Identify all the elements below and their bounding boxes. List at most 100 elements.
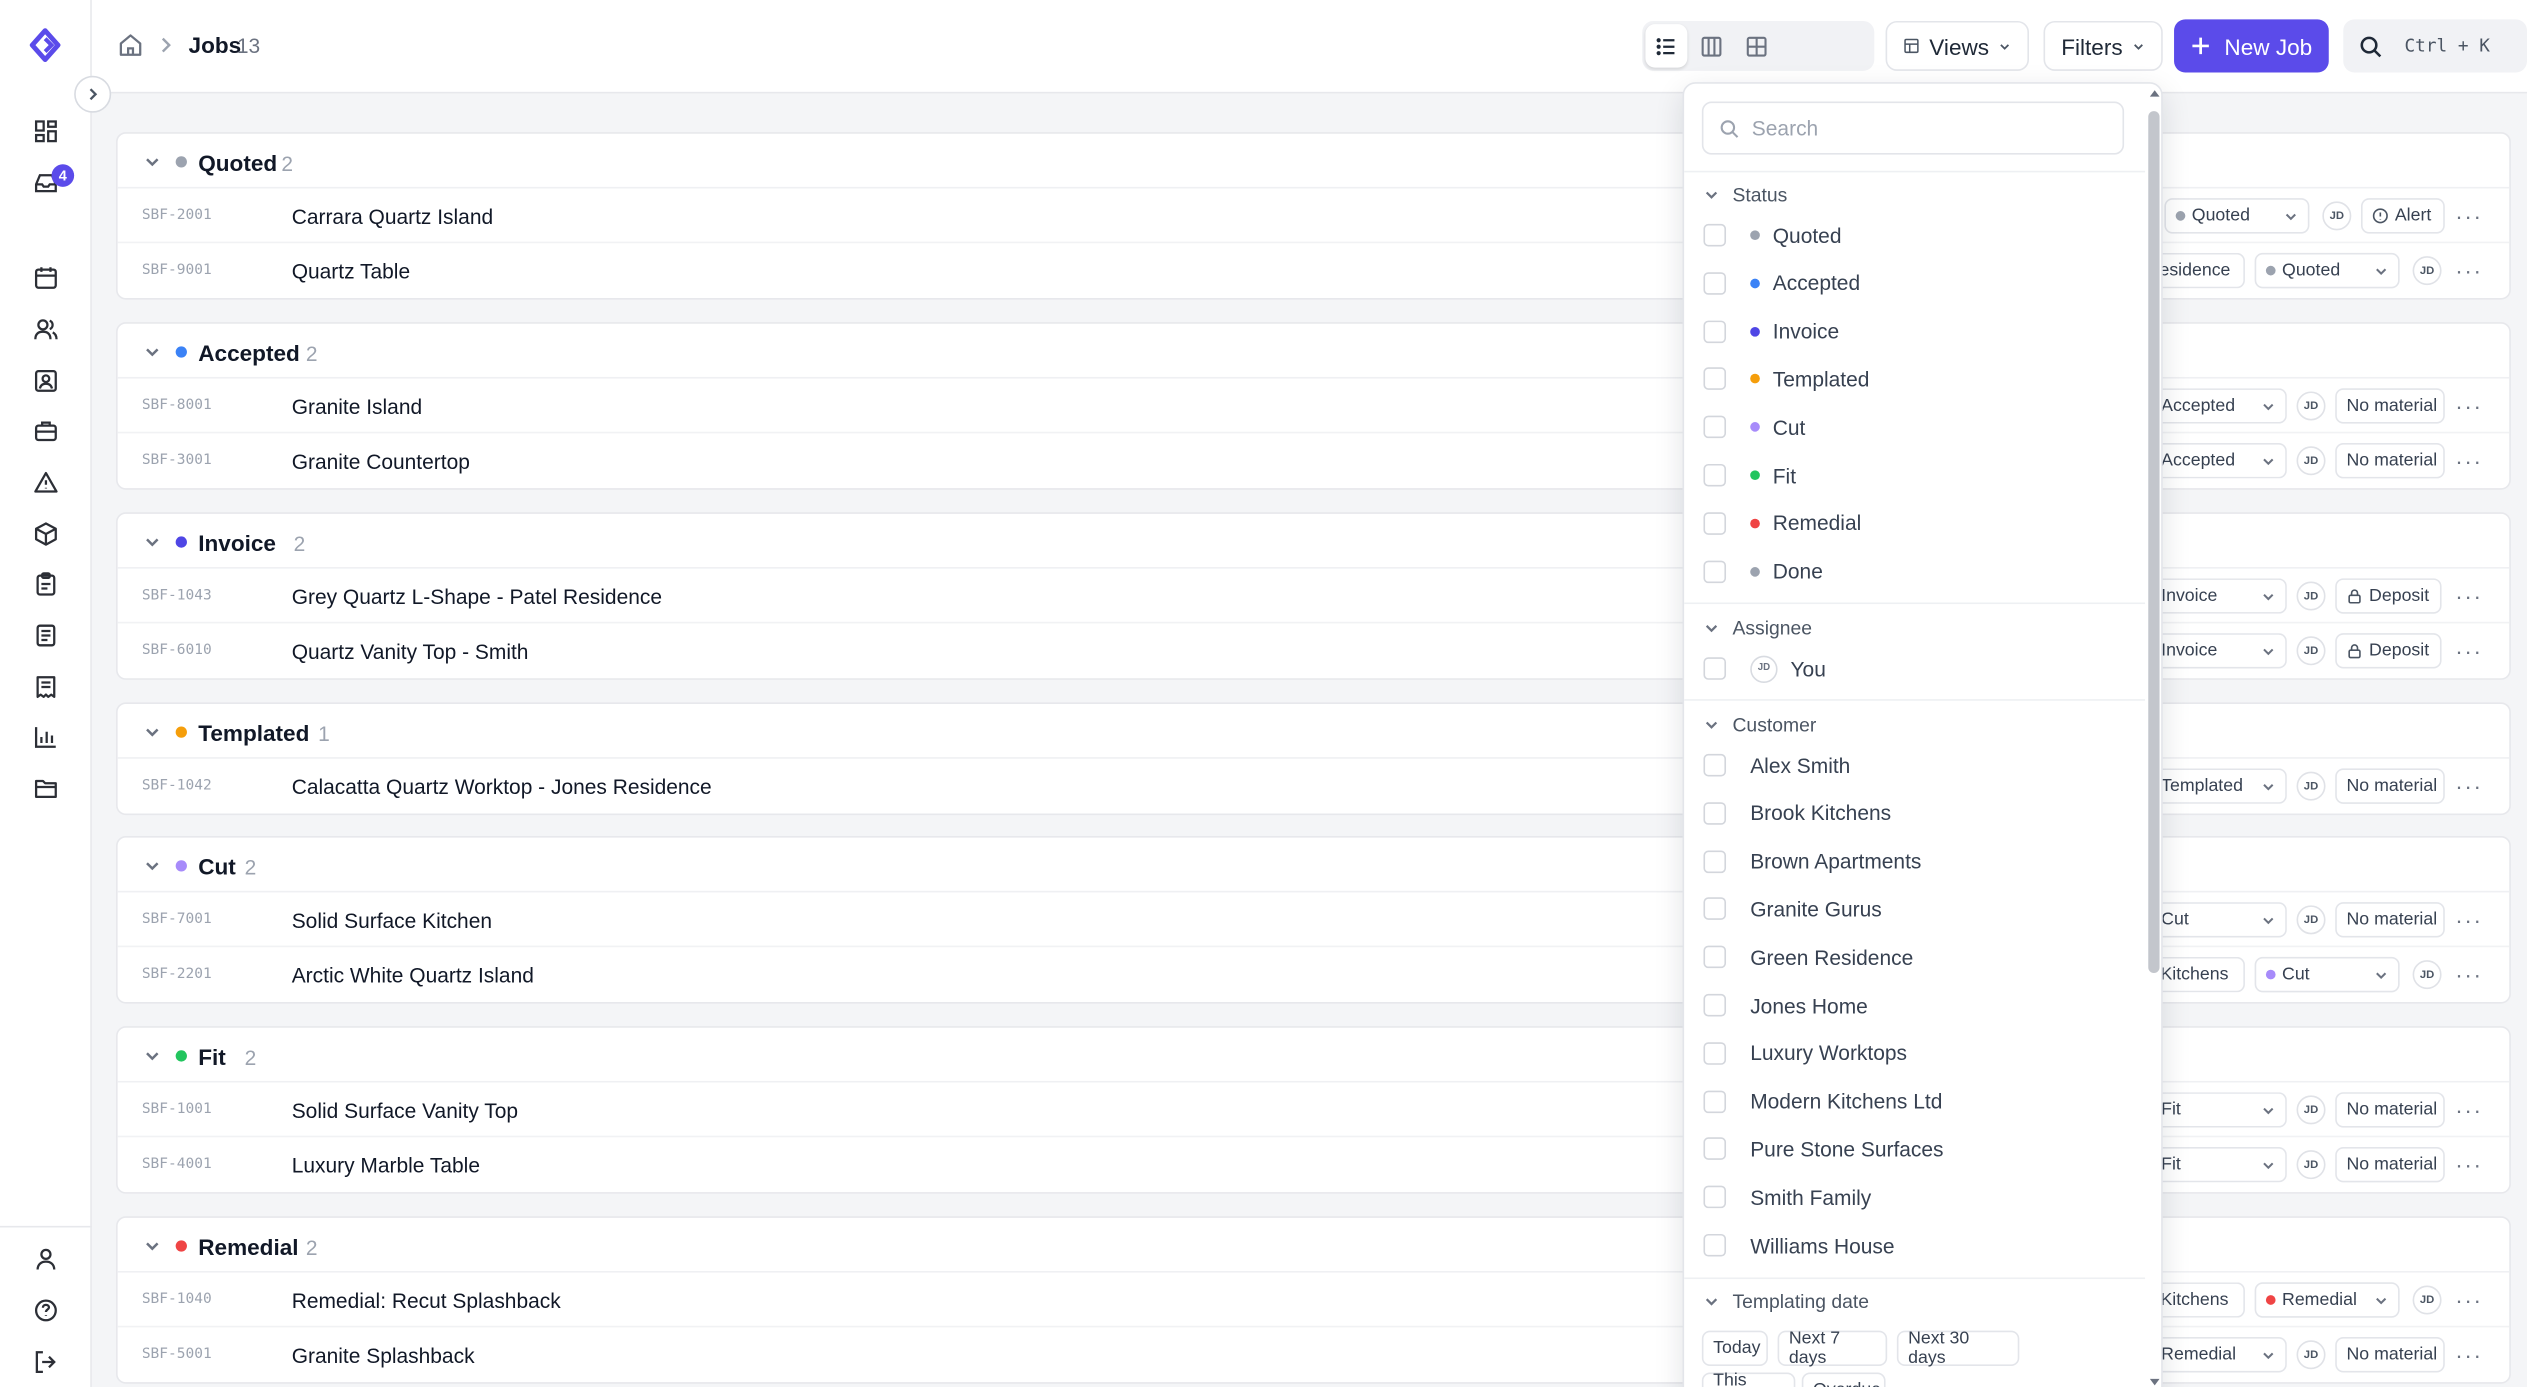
checkbox[interactable] <box>1703 559 1727 583</box>
checkbox[interactable] <box>1703 1041 1727 1065</box>
job-tag[interactable]: No material <box>2335 1092 2445 1128</box>
assignee-avatar[interactable]: JD <box>2296 1340 2326 1370</box>
filter-section-header[interactable]: Status <box>1703 184 1787 206</box>
chevron-down-icon[interactable] <box>143 857 161 875</box>
assignee-avatar[interactable]: JD <box>2296 636 2326 666</box>
assignee-avatar[interactable]: JD <box>2296 1095 2326 1125</box>
home-icon[interactable] <box>118 32 144 58</box>
status-select[interactable]: Invoice <box>2151 633 2287 669</box>
filter-search-input[interactable] <box>1751 115 2075 141</box>
grid-view-button[interactable] <box>1736 24 1778 67</box>
chevron-down-icon[interactable] <box>143 343 161 361</box>
status-select[interactable]: Invoice <box>2151 578 2287 614</box>
dropdown-scrollbar-thumb[interactable] <box>2148 111 2160 973</box>
briefcase-icon[interactable] <box>29 414 61 446</box>
job-title[interactable]: Carrara Quartz Island <box>292 205 493 229</box>
status-select[interactable]: Cut <box>2151 902 2287 938</box>
status-select[interactable]: Accepted <box>2151 442 2287 479</box>
filter-search-field[interactable] <box>1701 101 2125 155</box>
assignee-avatar[interactable]: JD <box>2322 201 2352 231</box>
job-title[interactable]: Grey Quartz L-Shape - Patel Residence <box>292 585 662 609</box>
assignee-avatar[interactable]: JD <box>2412 256 2442 286</box>
filter-section-header[interactable]: Assignee <box>1703 617 1812 640</box>
status-filter-option[interactable]: Cut <box>1703 409 2125 444</box>
board-view-button[interactable] <box>1691 24 1733 67</box>
more-options-icon[interactable]: ··· <box>2454 256 2483 285</box>
assignee-avatar[interactable]: JD <box>2296 905 2326 935</box>
command-search-button[interactable]: Ctrl + K <box>2343 19 2527 73</box>
chevron-down-icon[interactable] <box>143 1237 161 1255</box>
checkbox[interactable] <box>1703 1185 1727 1209</box>
customer-filter-option[interactable]: Green Residence <box>1703 939 2125 974</box>
date-filter-chip[interactable]: This week <box>1701 1371 1796 1387</box>
checkbox[interactable] <box>1703 415 1727 439</box>
assignee-avatar[interactable]: JD <box>2296 771 2326 801</box>
job-tag[interactable]: No material <box>2335 442 2445 479</box>
assignee-avatar[interactable]: JD <box>2296 581 2326 611</box>
alert-triangle-icon[interactable] <box>29 466 61 498</box>
checkbox[interactable] <box>1703 753 1727 777</box>
checkbox[interactable] <box>1703 319 1727 343</box>
dashboard-icon[interactable] <box>29 114 61 146</box>
filter-section-header[interactable]: Templating date <box>1703 1290 1869 1313</box>
job-title[interactable]: Luxury Marble Table <box>292 1153 480 1177</box>
status-select[interactable]: Remedial <box>2254 1282 2400 1318</box>
views-dropdown-button[interactable]: Views <box>1885 20 2030 71</box>
more-options-icon[interactable]: ··· <box>2454 1285 2483 1314</box>
customer-filter-option[interactable]: Pure Stone Surfaces <box>1703 1131 2125 1166</box>
status-select[interactable]: Quoted <box>2164 198 2310 234</box>
checkbox[interactable] <box>1703 801 1727 825</box>
user-profile-icon[interactable] <box>29 1242 61 1274</box>
customer-filter-option[interactable]: Brown Apartments <box>1703 843 2125 878</box>
customer-filter-option[interactable]: Jones Home <box>1703 987 2125 1022</box>
filter-section-header[interactable]: Customer <box>1703 714 1816 736</box>
package-icon[interactable] <box>29 517 61 549</box>
date-filter-chip[interactable]: Next 30 days <box>1896 1329 2020 1368</box>
new-job-button[interactable]: New Job <box>2174 19 2329 73</box>
clipboard-icon[interactable] <box>29 567 61 599</box>
customer-filter-option[interactable]: Smith Family <box>1703 1179 2125 1214</box>
folder-icon[interactable] <box>29 772 61 804</box>
checkbox[interactable] <box>1703 223 1727 247</box>
list-view-button[interactable] <box>1645 24 1688 68</box>
job-tag[interactable]: No material <box>2335 1337 2445 1373</box>
status-select[interactable]: Remedial <box>2151 1337 2287 1373</box>
more-options-icon[interactable]: ··· <box>2454 201 2483 230</box>
status-filter-option[interactable]: Fit <box>1703 457 2125 492</box>
status-filter-option[interactable]: Quoted <box>1703 217 2125 252</box>
customer-filter-option[interactable]: Brook Kitchens <box>1703 795 2125 830</box>
chevron-down-icon[interactable] <box>143 723 161 741</box>
status-select[interactable]: Fit <box>2151 1146 2287 1183</box>
checkbox[interactable] <box>1703 1089 1727 1113</box>
chevron-down-icon[interactable] <box>143 1047 161 1065</box>
calendar-icon[interactable] <box>29 261 61 293</box>
status-select[interactable]: Accepted <box>2151 388 2287 424</box>
more-options-icon[interactable]: ··· <box>2454 582 2483 611</box>
status-filter-option[interactable]: Templated <box>1703 361 2125 396</box>
job-title[interactable]: Remedial: Recut Splashback <box>292 1289 561 1313</box>
more-options-icon[interactable]: ··· <box>2454 1095 2483 1124</box>
status-filter-option[interactable]: Remedial <box>1703 505 2125 540</box>
invoice-icon[interactable] <box>29 670 61 702</box>
more-options-icon[interactable]: ··· <box>2454 446 2483 475</box>
checkbox[interactable] <box>1703 897 1727 921</box>
job-title[interactable]: Calacatta Quartz Worktop - Jones Residen… <box>292 775 712 799</box>
chevron-down-icon[interactable] <box>143 533 161 551</box>
checkbox[interactable] <box>1703 463 1727 487</box>
job-tag[interactable]: No material <box>2335 902 2445 938</box>
more-options-icon[interactable]: ··· <box>2454 905 2483 934</box>
checkbox[interactable] <box>1703 1233 1727 1257</box>
job-tag[interactable]: No material <box>2335 388 2445 424</box>
logout-icon[interactable] <box>29 1345 61 1377</box>
sidebar-expand-button[interactable] <box>74 75 112 113</box>
filters-button[interactable]: Filters <box>2043 20 2163 71</box>
checkbox[interactable] <box>1703 271 1727 295</box>
users-icon[interactable] <box>29 313 61 345</box>
customer-filter-option[interactable]: Modern Kitchens Ltd <box>1703 1083 2125 1118</box>
customer-filter-option[interactable]: Williams House <box>1703 1228 2125 1263</box>
more-options-icon[interactable]: ··· <box>2454 960 2483 989</box>
app-logo-icon[interactable] <box>27 27 62 63</box>
bar-chart-icon[interactable] <box>29 720 61 752</box>
status-select[interactable]: Cut <box>2254 956 2400 993</box>
assignee-filter-option[interactable]: JD You <box>1703 651 2125 686</box>
